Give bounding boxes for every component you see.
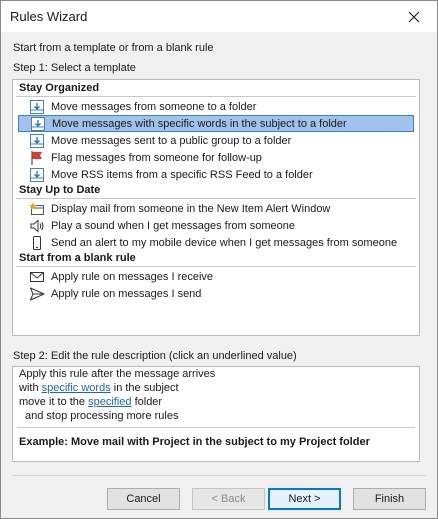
envelope-icon (30, 271, 44, 282)
specific-words-link[interactable]: specific words (42, 382, 111, 394)
next-button[interactable]: Next > (268, 488, 341, 510)
template-label: Move messages sent to a public group to … (51, 134, 292, 147)
footer-divider (12, 475, 426, 476)
mobile-icon (33, 235, 41, 250)
template-label: Move messages from someone to a folder (51, 100, 257, 113)
folder-move-icon (30, 133, 44, 148)
group-header-blank-rule: Start from a blank rule (19, 252, 136, 264)
title-bar: Rules Wizard (1, 1, 437, 32)
flag-icon (31, 150, 42, 165)
template-label: Send an alert to my mobile device when I… (51, 236, 398, 249)
example-text: Example: Move mail with Project in the s… (19, 436, 370, 448)
group-divider (16, 96, 416, 97)
template-item[interactable]: Display mail from someone in the New Ite… (18, 200, 414, 217)
rule-description-box: Apply this rule after the message arrive… (12, 366, 420, 462)
template-item[interactable]: Apply rule on messages I receive (18, 268, 414, 285)
description-line: Apply this rule after the message arrive… (19, 368, 216, 380)
template-item-selected[interactable]: Move messages with specific words in the… (18, 115, 414, 132)
folder-move-icon (30, 99, 44, 114)
folder-move-icon (31, 116, 45, 131)
close-button[interactable] (391, 1, 437, 32)
send-icon (30, 287, 45, 300)
specified-folder-link[interactable]: specified (88, 396, 131, 408)
group-divider (16, 266, 416, 267)
template-label: Move messages with specific words in the… (52, 117, 347, 130)
cancel-button[interactable]: Cancel (107, 488, 180, 510)
template-label: Apply rule on messages I receive (51, 270, 214, 283)
template-item[interactable]: Move RSS items from a specific RSS Feed … (18, 166, 414, 183)
alert-window-icon (29, 201, 44, 215)
description-divider (17, 427, 415, 428)
template-item[interactable]: Flag messages from someone for follow-up (18, 149, 414, 166)
group-divider (16, 198, 416, 199)
template-label: Move RSS items from a specific RSS Feed … (51, 168, 313, 181)
template-label: Flag messages from someone for follow-up (51, 151, 262, 164)
close-icon (408, 11, 420, 22)
finish-button[interactable]: Finish (353, 488, 426, 510)
group-header-stay-organized: Stay Organized (19, 82, 100, 94)
template-label: Play a sound when I get messages from so… (51, 219, 295, 232)
group-header-stay-up-to-date: Stay Up to Date (19, 184, 101, 196)
description-line: move it to the specified folder (19, 396, 163, 408)
dialog-body: Start from a template or from a blank ru… (1, 32, 437, 518)
template-item[interactable]: Move messages sent to a public group to … (18, 132, 414, 149)
rules-wizard-dialog: Rules Wizard Start from a template or fr… (0, 0, 438, 519)
step2-label: Step 2: Edit the rule description (click… (13, 350, 297, 362)
step1-label: Step 1: Select a template (13, 62, 136, 74)
template-item[interactable]: Apply rule on messages I send (18, 285, 414, 302)
template-label: Apply rule on messages I send (51, 287, 202, 300)
window-title: Rules Wizard (10, 9, 88, 24)
description-line: with specific words in the subject (19, 382, 179, 394)
template-item[interactable]: Move messages from someone to a folder (18, 98, 414, 115)
intro-text: Start from a template or from a blank ru… (13, 42, 214, 54)
folder-move-icon (30, 167, 44, 182)
template-list[interactable]: Stay Organized Move messages from someon… (12, 79, 420, 336)
template-label: Display mail from someone in the New Ite… (51, 202, 331, 215)
template-item[interactable]: Send an alert to my mobile device when I… (18, 234, 414, 251)
template-item[interactable]: Play a sound when I get messages from so… (18, 217, 414, 234)
speaker-icon (30, 218, 44, 233)
back-button[interactable]: < Back (192, 488, 265, 510)
description-line: and stop processing more rules (25, 410, 179, 422)
